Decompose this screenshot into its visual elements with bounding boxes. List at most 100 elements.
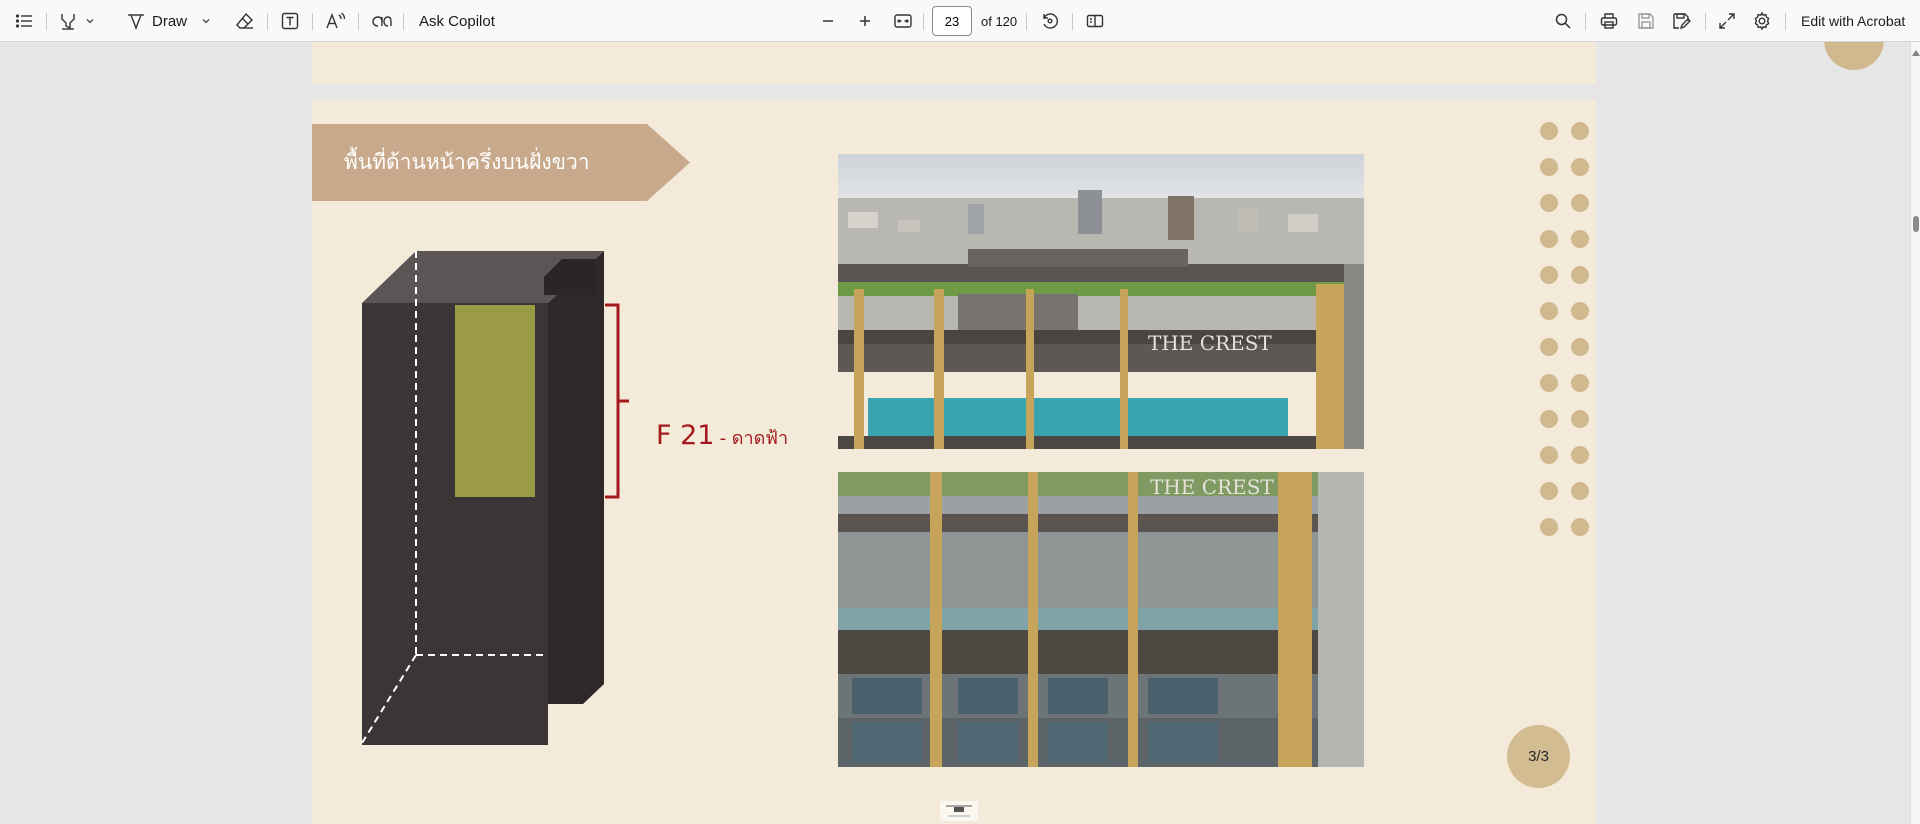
decorative-dot xyxy=(1540,338,1558,356)
photo-sign-bottom: THE CREST xyxy=(1150,475,1274,499)
decorative-dot xyxy=(1571,446,1589,464)
decorative-dot xyxy=(1571,302,1589,320)
save-as-icon xyxy=(1673,13,1691,30)
facade-photo: THE CREST xyxy=(838,472,1364,767)
print-button[interactable] xyxy=(1599,0,1619,42)
highlighter-icon xyxy=(61,14,75,30)
toolbar-separator xyxy=(1026,13,1027,30)
print-icon xyxy=(1600,13,1618,29)
decorative-dot xyxy=(1540,482,1558,500)
read-aloud-button[interactable] xyxy=(325,0,347,42)
decorative-dot xyxy=(1540,410,1558,428)
page-total: of 120 xyxy=(981,0,1017,42)
building-side xyxy=(548,251,604,704)
decorative-dot xyxy=(1540,194,1558,212)
decorative-dot xyxy=(1540,122,1558,140)
edit-with-acrobat-label: Edit with Acrobat xyxy=(1801,13,1906,29)
fit-page-button[interactable] xyxy=(893,0,913,42)
minus-icon xyxy=(823,20,833,22)
highlight-button[interactable] xyxy=(58,0,96,42)
text-box-icon xyxy=(281,12,299,30)
chevron-down-icon xyxy=(202,19,210,24)
building-diagram xyxy=(361,251,629,745)
decorative-dot xyxy=(1540,158,1558,176)
decorative-dot xyxy=(1540,266,1558,284)
fullscreen-icon xyxy=(1719,13,1735,29)
toolbar-separator xyxy=(358,13,359,30)
list-icon xyxy=(15,14,32,28)
decorative-dot xyxy=(1540,302,1558,320)
toolbar-separator xyxy=(1705,13,1706,30)
page-indicator-text: 3/3 xyxy=(1528,748,1549,765)
decorative-dot xyxy=(1571,518,1589,536)
vertical-scrollbar[interactable] xyxy=(1910,42,1920,824)
add-text-button[interactable] xyxy=(280,0,300,42)
translate-icon xyxy=(372,16,392,27)
toolbar-separator xyxy=(312,13,313,30)
page-number-field[interactable] xyxy=(933,13,971,29)
zoom-in-button[interactable] xyxy=(857,0,873,42)
drone-logo-icon xyxy=(940,801,978,821)
floor-bracket xyxy=(605,303,629,499)
document-viewport[interactable]: พื้นที่ด้านหน้าครึ่งบนฝั่งขวา F 21 - ดาด… xyxy=(0,42,1910,824)
decorative-dot xyxy=(1540,374,1558,392)
decorative-dot xyxy=(1540,518,1558,536)
page-number-input[interactable] xyxy=(932,6,972,36)
edit-with-acrobat-button[interactable]: Edit with Acrobat xyxy=(1801,0,1905,42)
decorative-dot xyxy=(1540,230,1558,248)
plus-icon xyxy=(860,16,870,26)
page-indicator-badge: 3/3 xyxy=(1507,725,1570,788)
decorative-dot xyxy=(1571,266,1589,284)
decorative-dot xyxy=(1571,122,1589,140)
rotate-button[interactable] xyxy=(1040,0,1060,42)
fit-page-icon xyxy=(894,14,912,28)
draw-label: Draw xyxy=(152,12,188,30)
save-icon xyxy=(1638,13,1654,29)
toolbar-separator xyxy=(267,13,268,30)
decorative-dot xyxy=(1571,374,1589,392)
banner-title: พื้นที่ด้านหน้าครึ่งบนฝั่งขวา xyxy=(344,150,590,174)
draw-options-button[interactable] xyxy=(200,0,212,42)
fullscreen-button[interactable] xyxy=(1717,0,1737,42)
erase-button[interactable] xyxy=(235,0,255,42)
save-as-button[interactable] xyxy=(1671,0,1691,42)
previous-page xyxy=(312,42,1884,84)
gear-icon xyxy=(1754,11,1770,31)
scroll-up-arrow[interactable] xyxy=(1912,50,1920,56)
zoom-out-button[interactable] xyxy=(820,0,836,42)
toolbar-separator xyxy=(923,13,924,30)
read-aloud-icon xyxy=(326,12,346,29)
floor-code: F 21 xyxy=(656,420,715,451)
search-button[interactable] xyxy=(1554,0,1572,42)
settings-button[interactable] xyxy=(1752,0,1772,42)
ask-copilot-button[interactable]: Ask Copilot xyxy=(419,0,495,42)
decorative-dot xyxy=(1571,194,1589,212)
translate-button[interactable] xyxy=(370,0,392,42)
pen-icon xyxy=(128,14,144,30)
decorative-dot xyxy=(1571,338,1589,356)
draw-button[interactable]: Draw xyxy=(126,0,187,42)
pdf-page: พื้นที่ด้านหน้าครึ่งบนฝั่งขวา F 21 - ดาด… xyxy=(312,99,1596,824)
decorative-dot xyxy=(1571,158,1589,176)
decorative-dot xyxy=(1571,410,1589,428)
decorative-dot xyxy=(1540,446,1558,464)
scroll-thumb[interactable] xyxy=(1913,216,1919,232)
contents-button[interactable] xyxy=(14,0,34,42)
rooftop-photo: THE CREST xyxy=(838,154,1364,449)
previous-page-badge xyxy=(1824,42,1884,70)
highlight-area xyxy=(455,305,535,497)
save-button[interactable] xyxy=(1636,0,1656,42)
toolbar-separator xyxy=(1785,13,1786,30)
ask-copilot-label: Ask Copilot xyxy=(419,12,495,30)
floor-name: - ดาดฟ้า xyxy=(719,428,789,449)
page-view-button[interactable] xyxy=(1085,0,1105,42)
floor-label: F 21 - ดาดฟ้า xyxy=(656,420,788,452)
eraser-icon xyxy=(236,12,253,29)
toolbar-separator xyxy=(46,13,47,30)
chevron-down-icon xyxy=(86,19,94,24)
photo-sign-top: THE CREST xyxy=(1148,331,1272,355)
toolbar-separator xyxy=(1072,13,1073,30)
section-banner: พื้นที่ด้านหน้าครึ่งบนฝั่งขวา xyxy=(312,124,690,201)
toolbar-separator xyxy=(403,13,404,30)
toolbar-separator xyxy=(1585,13,1586,30)
